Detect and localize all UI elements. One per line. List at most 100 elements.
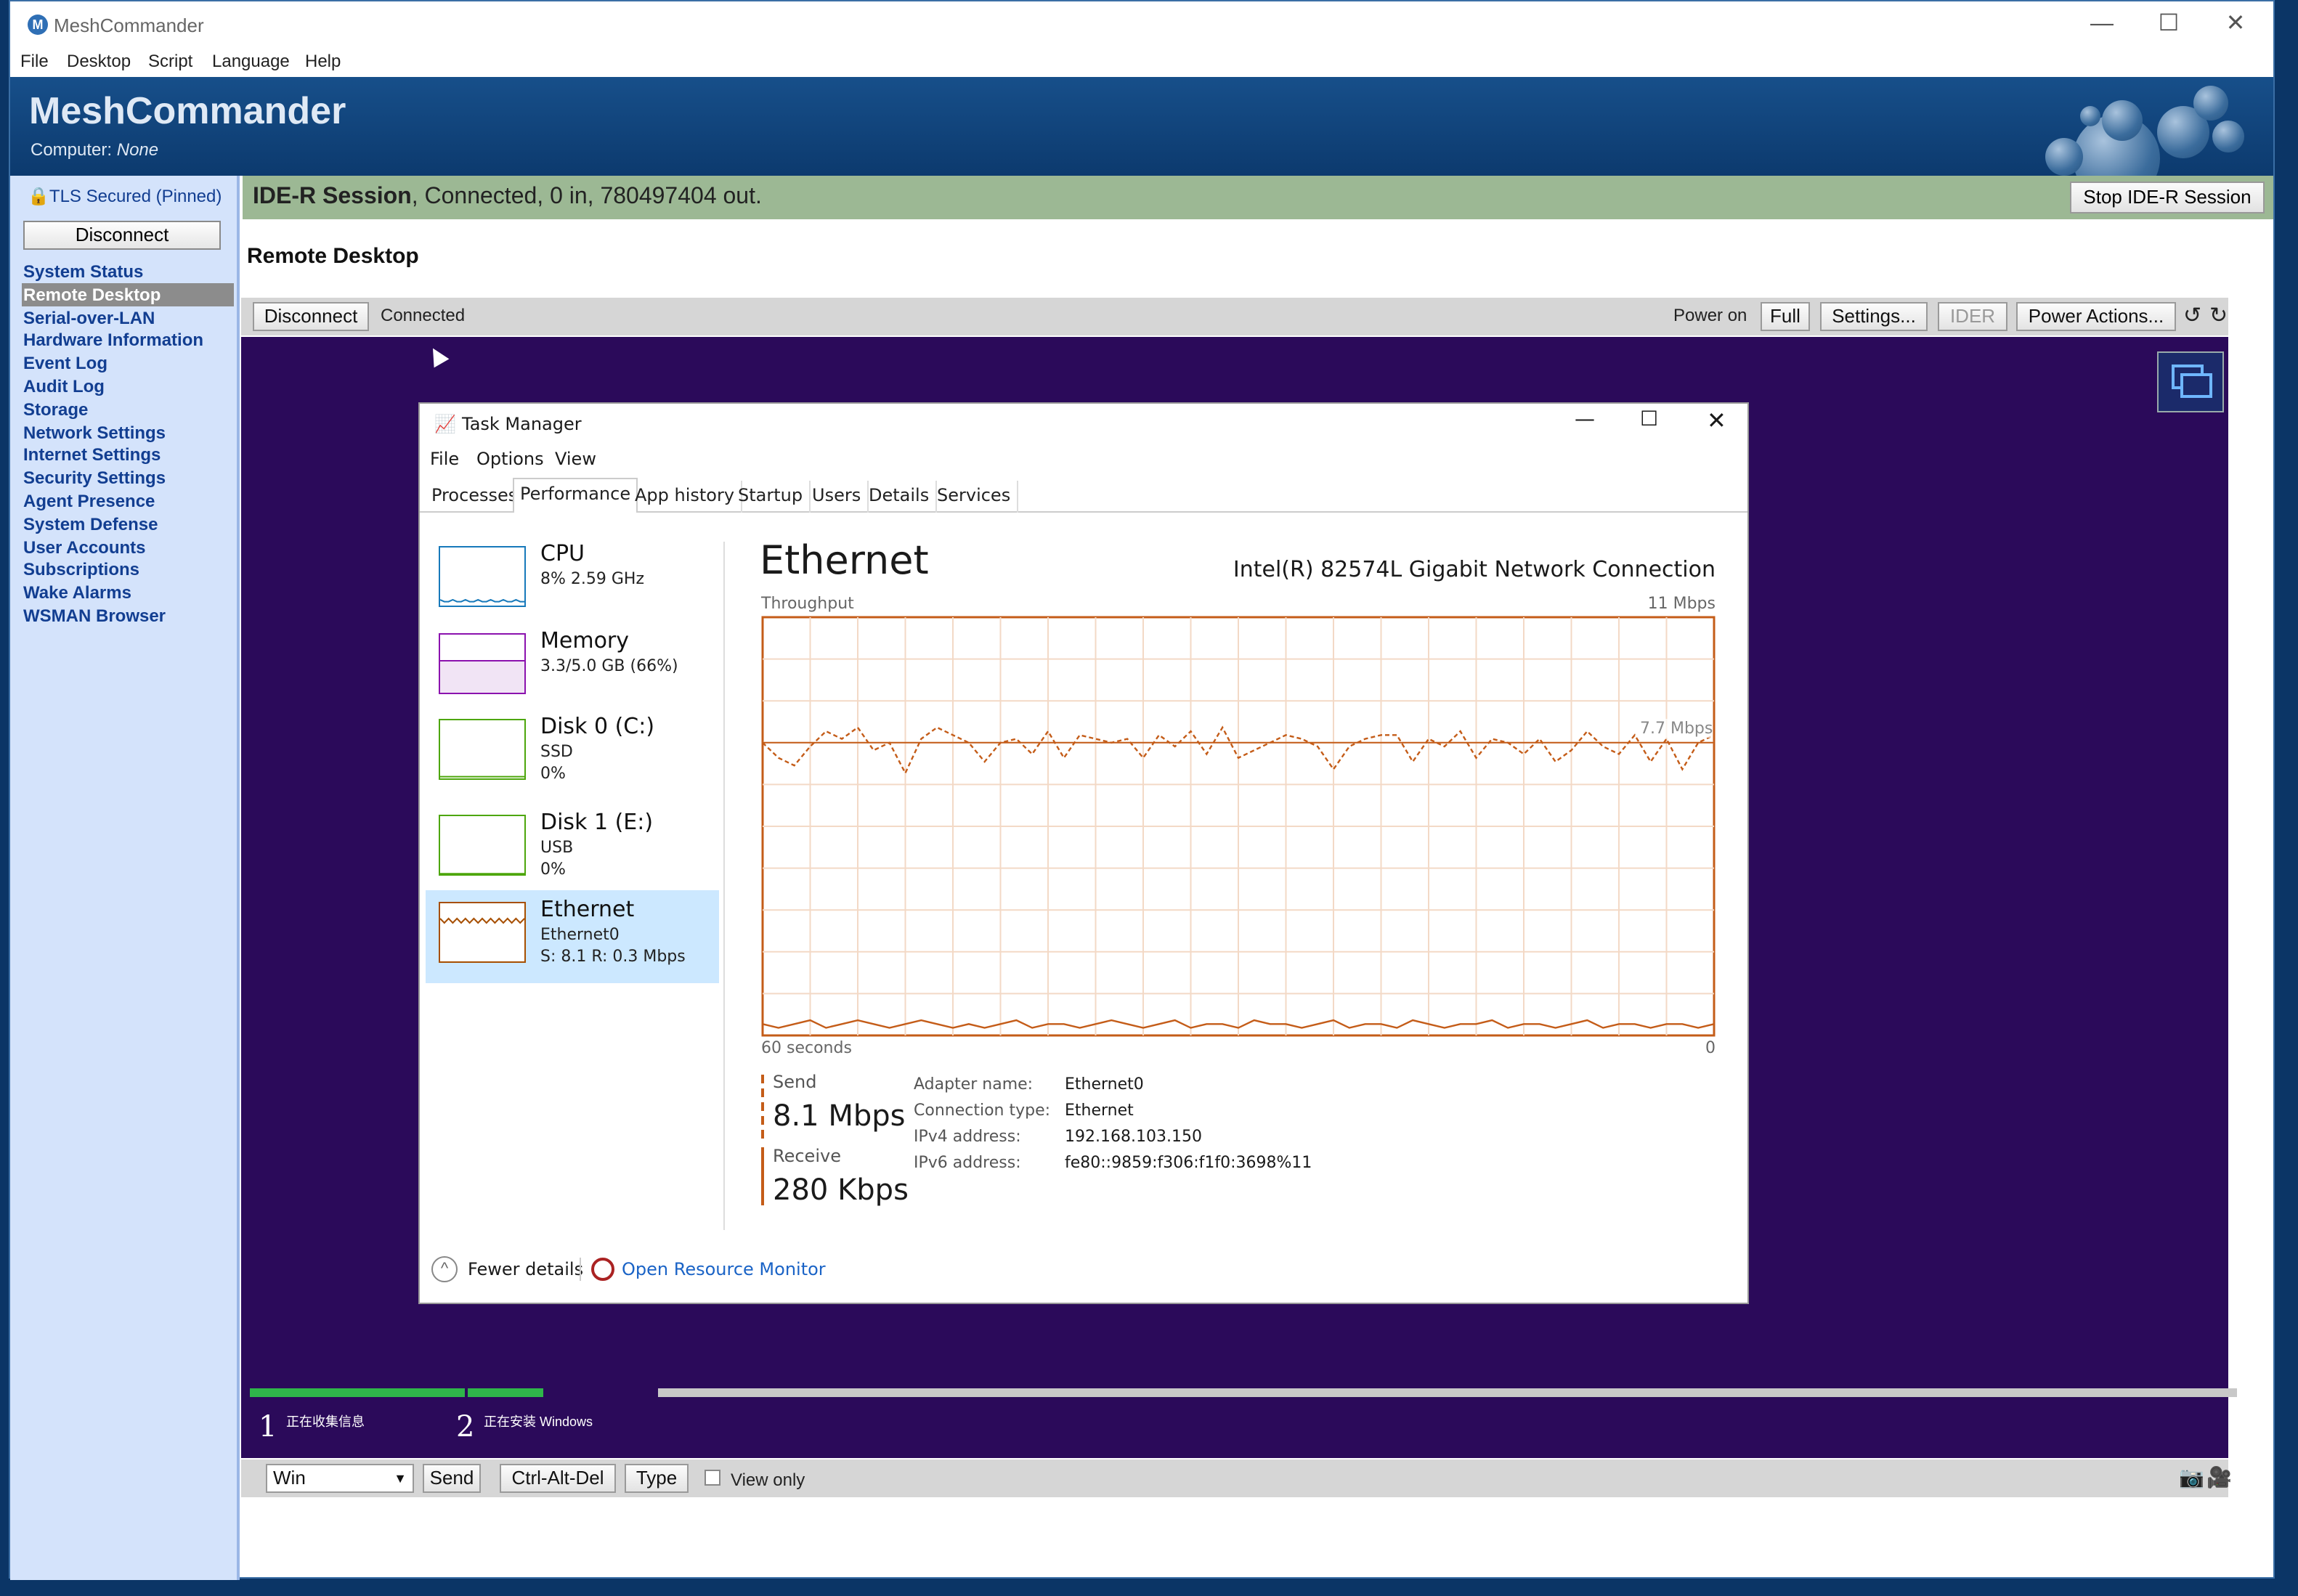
tab-processes[interactable]: Processes xyxy=(426,481,525,513)
resource-detail: 0% xyxy=(540,860,566,879)
tab-performance[interactable]: Performance xyxy=(513,478,638,513)
full-button[interactable]: Full xyxy=(1761,302,1810,331)
sidebar-item-internet-settings[interactable]: Internet Settings xyxy=(22,444,234,467)
banner: MeshCommander Computer: None xyxy=(10,77,2273,176)
sidebar-item-storage[interactable]: Storage xyxy=(22,398,234,421)
sidebar-item-wsman-browser[interactable]: WSMAN Browser xyxy=(22,604,234,627)
minimize-button[interactable]: — xyxy=(2073,7,2131,42)
resource-detail: S: 8.1 R: 0.3 Mbps xyxy=(540,947,686,966)
open-resource-monitor-link[interactable]: Open Resource Monitor xyxy=(622,1259,826,1279)
menu-script[interactable]: Script xyxy=(148,51,192,71)
tm-close-button[interactable]: ✕ xyxy=(1707,407,1726,434)
graph-max: 11 Mbps xyxy=(1647,594,1716,613)
sidebar: 🔒TLS Secured (Pinned) Disconnect System … xyxy=(10,176,240,1580)
sidebar-item-audit-log[interactable]: Audit Log xyxy=(22,375,234,398)
resource-name: Disk 0 (C:) xyxy=(540,713,655,739)
tab-services[interactable]: Services xyxy=(931,481,1018,513)
resource-name: CPU xyxy=(540,540,585,566)
tm-menu-view[interactable]: View xyxy=(555,449,596,469)
step-number-1: 1 xyxy=(259,1409,277,1444)
meshcommander-icon: M xyxy=(28,15,48,35)
maximize-button[interactable]: ☐ xyxy=(2140,7,2198,42)
sidebar-item-remote-desktop[interactable]: Remote Desktop xyxy=(22,282,234,306)
sidebar-item-serial-over-lan[interactable]: Serial-over-LAN xyxy=(22,306,234,329)
fewer-details-link[interactable]: Fewer details xyxy=(468,1259,583,1279)
menu-file[interactable]: File xyxy=(20,51,49,71)
step-label-1: 正在收集信息 xyxy=(286,1414,365,1429)
resource-name: Memory xyxy=(540,627,630,654)
type-button[interactable]: Type xyxy=(625,1464,689,1493)
resource-thumbnail xyxy=(439,815,526,876)
sidebar-item-security-settings[interactable]: Security Settings xyxy=(22,466,234,489)
remote-apps-icon[interactable] xyxy=(2157,351,2224,412)
resource-detail: SSD xyxy=(540,742,573,761)
stop-ider-button[interactable]: Stop IDE-R Session xyxy=(2070,182,2265,213)
tm-menu-options[interactable]: Options xyxy=(476,449,544,469)
resource-monitor-icon xyxy=(591,1258,614,1281)
remote-desktop-canvas[interactable]: 📈 Task Manager — ☐ ✕ File Options View P… xyxy=(241,337,2228,1458)
sidebar-item-user-accounts[interactable]: User Accounts xyxy=(22,535,234,558)
sidebar-item-subscriptions[interactable]: Subscriptions xyxy=(22,558,234,582)
view-only-label: View only xyxy=(731,1470,805,1490)
rotate-left-icon[interactable]: ↺ xyxy=(2183,302,2201,328)
resource-sparkline xyxy=(440,660,524,693)
sidebar-item-system-defense[interactable]: System Defense xyxy=(22,513,234,536)
tm-menu-file[interactable]: File xyxy=(430,449,459,469)
resource-thumbnail xyxy=(439,719,526,780)
setup-progress-step2 xyxy=(468,1388,544,1397)
menu-help[interactable]: Help xyxy=(305,51,341,71)
prop-value: fe80::9859:f306:f1f0:3698%11 xyxy=(1065,1153,1312,1172)
key-select[interactable]: Win ▼ xyxy=(266,1464,414,1493)
resource-sparkline xyxy=(439,917,525,924)
sidebar-item-wake-alarms[interactable]: Wake Alarms xyxy=(22,581,234,604)
tab-details[interactable]: Details xyxy=(863,481,937,513)
tab-app-history[interactable]: App history xyxy=(629,481,742,513)
menu-language[interactable]: Language xyxy=(212,51,290,71)
tls-status: 🔒TLS Secured (Pinned) xyxy=(28,186,222,206)
prop-key: Connection type: xyxy=(914,1101,1051,1120)
bottom-toolbar: Win ▼ Send Ctrl-Alt-Del Type View only 📷 … xyxy=(241,1459,2232,1497)
time-left: 60 seconds xyxy=(761,1038,852,1057)
adapter-name: Intel(R) 82574L Gigabit Network Connecti… xyxy=(1233,556,1716,582)
resource-ethernet[interactable]: Ethernet Ethernet0 S: 8.1 R: 0.3 Mbps xyxy=(426,890,719,983)
window-title: MeshCommander xyxy=(54,15,204,36)
receive-label: Receive xyxy=(773,1146,841,1166)
sidebar-item-system-status[interactable]: System Status xyxy=(22,260,234,283)
video-camera-icon[interactable]: 🎥 xyxy=(2206,1465,2232,1490)
view-only-checkbox[interactable] xyxy=(705,1470,720,1486)
tab-users[interactable]: Users xyxy=(806,481,869,513)
sidebar-item-network-settings[interactable]: Network Settings xyxy=(22,420,234,444)
resource-disk-0-c-[interactable]: Disk 0 (C:) SSD 0% xyxy=(426,707,719,800)
task-manager-window: 📈 Task Manager — ☐ ✕ File Options View P… xyxy=(418,402,1749,1304)
resource-cpu[interactable]: CPU 8% 2.59 GHz xyxy=(426,534,719,627)
rotate-right-icon[interactable]: ↻ xyxy=(2209,302,2228,328)
tab-startup[interactable]: Startup xyxy=(732,481,811,513)
send-button[interactable]: Send xyxy=(423,1464,481,1493)
power-actions-button[interactable]: Power Actions... xyxy=(2016,302,2176,331)
menu-desktop[interactable]: Desktop xyxy=(67,51,131,71)
sidebar-item-agent-presence[interactable]: Agent Presence xyxy=(22,489,234,513)
resource-memory[interactable]: Memory 3.3/5.0 GB (66%) xyxy=(426,622,719,714)
resource-name: Disk 1 (E:) xyxy=(540,809,654,835)
tm-maximize-button[interactable]: ☐ xyxy=(1640,408,1658,431)
resource-sparkline xyxy=(440,775,524,778)
power-state: Power on xyxy=(1673,305,1747,325)
tm-minimize-button[interactable]: — xyxy=(1575,408,1595,431)
graph-mid: 7.7 Mbps xyxy=(1640,719,1713,738)
prop-key: IPv4 address: xyxy=(914,1127,1021,1146)
lock-icon: 🔒 xyxy=(28,186,49,206)
sidebar-disconnect-button[interactable]: Disconnect xyxy=(23,221,221,250)
chevron-up-icon[interactable]: ^ xyxy=(431,1256,458,1282)
rd-disconnect-button[interactable]: Disconnect xyxy=(253,302,369,331)
resource-disk-1-e-[interactable]: Disk 1 (E:) USB 0% xyxy=(426,803,719,896)
sidebar-item-hardware-information[interactable]: Hardware Information xyxy=(22,329,234,352)
ctrl-alt-del-button[interactable]: Ctrl-Alt-Del xyxy=(500,1464,616,1493)
settings-button[interactable]: Settings... xyxy=(1820,302,1928,331)
sidebar-item-event-log[interactable]: Event Log xyxy=(22,351,234,375)
computer-label: Computer: None xyxy=(31,139,159,160)
camera-icon[interactable]: 📷 xyxy=(2179,1465,2204,1490)
close-button[interactable]: ✕ xyxy=(2206,7,2265,42)
prop-value: 192.168.103.150 xyxy=(1065,1127,1202,1146)
menu-bar: File Desktop Script Language Help xyxy=(10,48,2273,77)
ider-button[interactable]: IDER xyxy=(1938,302,2007,331)
